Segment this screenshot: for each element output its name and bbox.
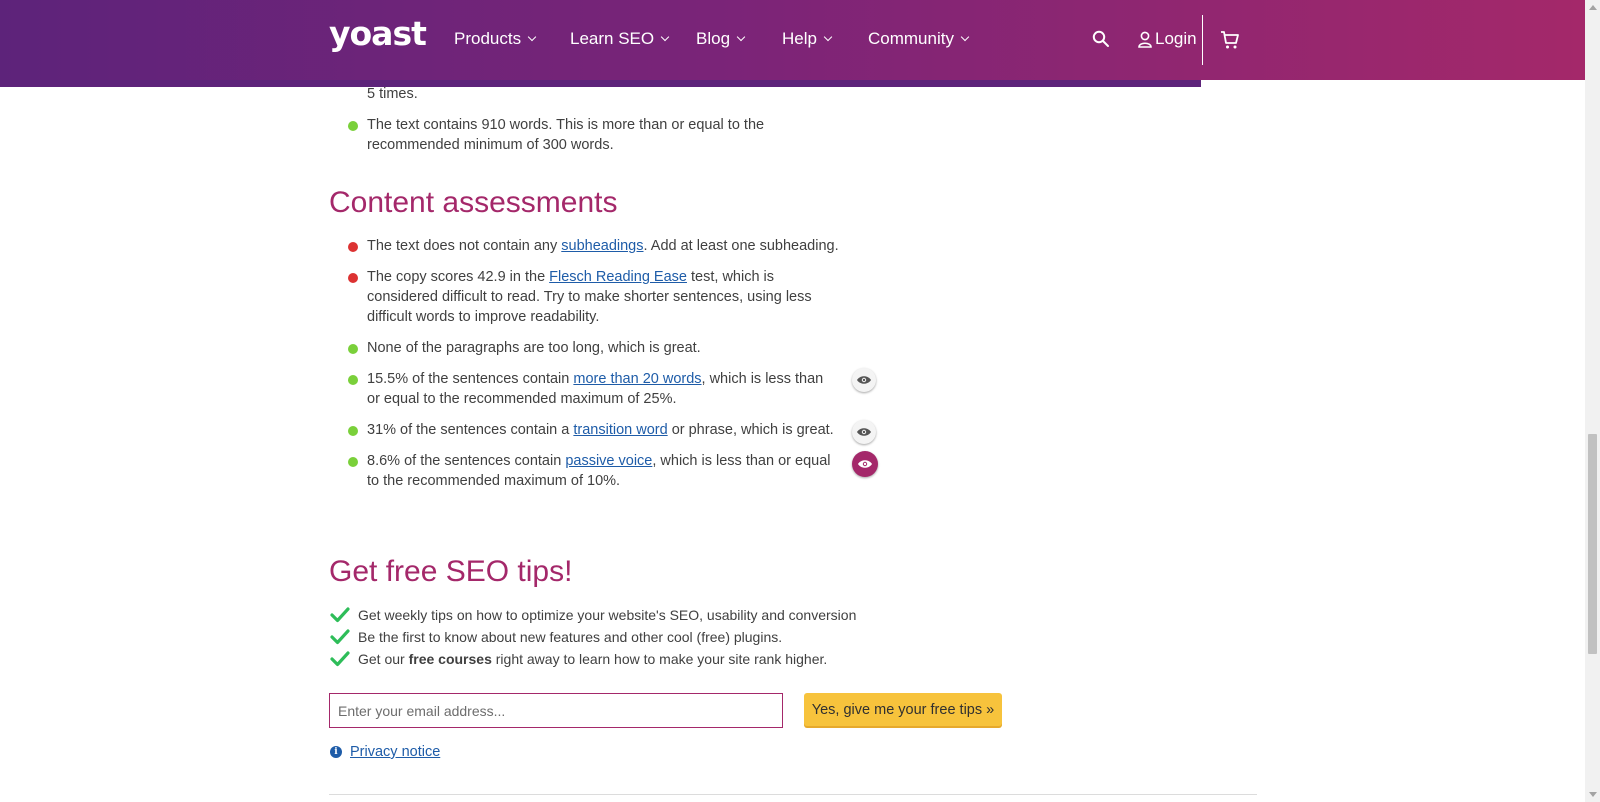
list-item: 31% of the sentences contain a transitio… [345,420,845,440]
list-item: 15.5% of the sentences contain more than… [345,369,825,409]
assessment-text: 31% of the sentences contain a [367,422,574,438]
nav-blog[interactable]: Blog [696,29,746,49]
scroll-down-arrow-icon[interactable] [1589,792,1597,797]
nav-blog-label: Blog [696,29,731,48]
privacy-notice-link[interactable]: Privacy notice [350,744,440,760]
content-assessment-list: The text does not contain any subheading… [345,236,845,491]
eye-icon [857,376,871,384]
benefit-bold-text: free courses [408,651,492,667]
list-item: The text contains 910 words. This is mor… [345,115,805,155]
nav-learn-seo-label: Learn SEO [570,29,655,48]
search-button[interactable] [1092,30,1110,48]
assessment-text: or phrase, which is great. [667,422,834,438]
list-item: The text does not contain any subheading… [345,236,845,256]
nav-community[interactable]: Community [868,29,970,49]
subheadings-link[interactable]: subheadings [561,238,643,254]
newsletter-heading: Get free SEO tips! [329,555,573,588]
benefit-text: Get our [358,651,409,667]
user-icon [1138,31,1152,48]
assessment-text: . Add at least one subheading. [643,238,839,254]
newsletter-benefits-list: Get weekly tips on how to optimize your … [330,604,890,670]
good-bullet-icon [348,426,358,436]
more-than-20-words-link[interactable]: more than 20 words [573,371,701,387]
nav-community-label: Community [868,29,954,48]
list-item: 5 times. [345,84,845,104]
eye-icon [857,428,871,436]
passive-voice-link[interactable]: passive voice [565,453,652,469]
header-divider [1202,15,1203,65]
list-item: Be the first to know about new features … [330,626,890,648]
assessment-text: The text does not contain any [367,238,562,254]
cart-icon [1221,31,1239,49]
site-header: yoast Products Learn SEO Blog Help Commu… [0,0,1585,80]
subscribe-button[interactable]: Yes, give me your free tips » [804,693,1002,726]
bad-bullet-icon [348,273,358,283]
section-divider [329,794,1257,795]
yoast-logo[interactable]: yoast [329,14,427,53]
nav-products[interactable]: Products [454,29,537,49]
transition-word-link[interactable]: transition word [573,422,667,438]
highlight-transition-words-button[interactable] [852,420,876,444]
list-item: Get our free courses right away to learn… [330,648,890,670]
privacy-notice: i Privacy notice [330,744,440,760]
checkmark-icon [330,629,350,645]
flesch-reading-ease-link[interactable]: Flesch Reading Ease [549,269,687,285]
login-button[interactable]: Login [1138,29,1197,49]
benefit-text: right away to learn how to make your sit… [491,651,828,667]
highlight-passive-voice-button[interactable] [852,451,878,477]
eye-icon [858,460,872,468]
assessment-text: None of the paragraphs are too long, whi… [367,340,701,356]
nav-help[interactable]: Help [782,29,833,49]
email-input[interactable] [329,693,783,728]
benefit-text: Get weekly tips on how to optimize your … [358,607,857,623]
content-assessments-heading: Content assessments [329,186,618,219]
list-item: 8.6% of the sentences contain passive vo… [345,451,835,491]
assessment-text: 5 times. [367,86,418,102]
header-underbar [0,80,1201,87]
search-icon [1092,30,1109,47]
list-item: Get weekly tips on how to optimize your … [330,604,890,626]
good-bullet-icon [348,375,358,385]
seo-assessment-list: 5 times. The text contains 910 words. Th… [345,84,845,155]
page-scrollbar[interactable] [1585,0,1600,802]
good-bullet-icon [348,457,358,467]
checkmark-icon [330,607,350,623]
nav-learn-seo[interactable]: Learn SEO [570,29,670,49]
assessment-text: The copy scores 42.9 in the [367,269,550,285]
chevron-down-icon [823,32,833,42]
good-bullet-icon [348,121,358,131]
scroll-up-arrow-icon[interactable] [1589,5,1597,10]
benefit-text: Be the first to know about new features … [358,629,783,645]
bad-bullet-icon [348,242,358,252]
highlight-long-sentences-button[interactable] [852,368,876,392]
list-item: None of the paragraphs are too long, whi… [345,338,845,358]
good-bullet-icon [348,344,358,354]
nav-help-label: Help [782,29,817,48]
nav-products-label: Products [454,29,522,48]
info-icon: i [330,746,342,758]
list-item: The copy scores 42.9 in the Flesch Readi… [345,267,825,327]
chevron-down-icon [960,32,970,42]
checkmark-icon [330,651,350,667]
chevron-down-icon [736,32,746,42]
assessment-text: The text contains 910 words. This is mor… [367,117,765,153]
login-label: Login [1155,29,1197,48]
assessment-text: 15.5% of the sentences contain [367,371,574,387]
cart-button[interactable] [1220,30,1240,50]
chevron-down-icon [660,32,670,42]
assessment-text: 8.6% of the sentences contain [367,453,566,469]
chevron-down-icon [527,32,537,42]
scrollbar-thumb[interactable] [1588,434,1597,654]
